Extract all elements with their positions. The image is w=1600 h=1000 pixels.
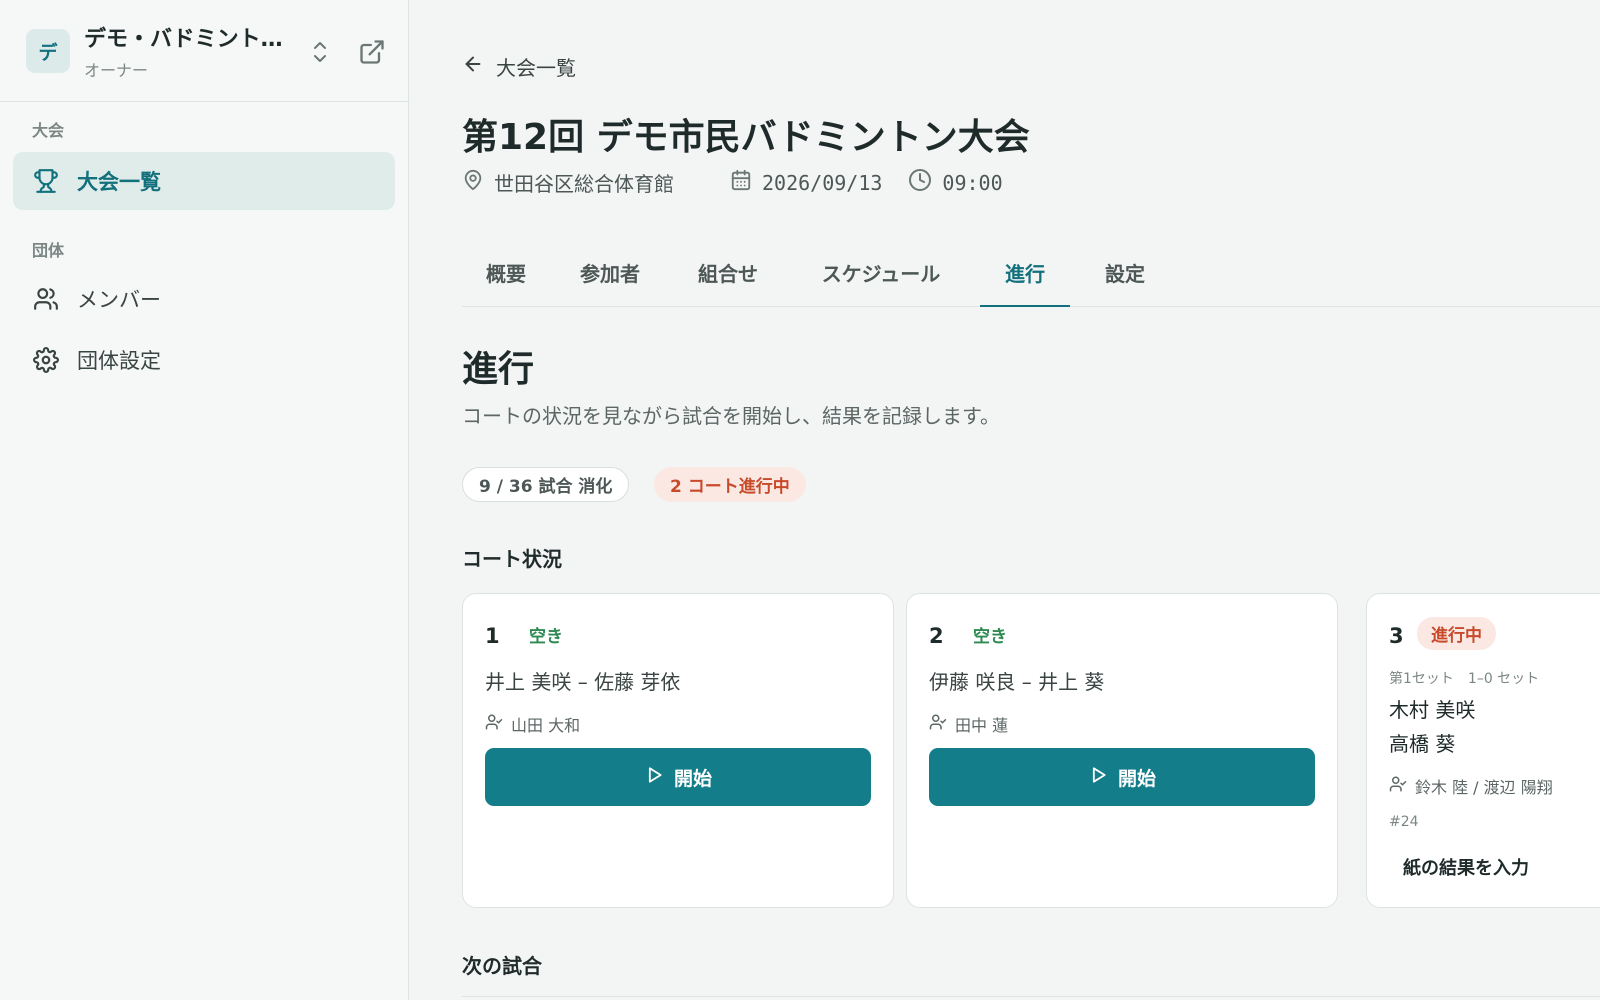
user-check-icon	[485, 713, 503, 735]
main-content: 大会一覧 第12回 デモ市民バドミントン大会 世田谷区総合体育館 2026/09…	[410, 0, 1600, 1000]
next-matches-panel	[462, 996, 1600, 1000]
time-label: 09:00	[942, 170, 1003, 195]
page-title: 第12回 デモ市民バドミントン大会	[462, 117, 1030, 158]
back-link[interactable]: 大会一覧	[462, 52, 576, 81]
status-badge: 進行中	[1417, 617, 1496, 650]
org-name: デモ・バドミントン…	[84, 27, 294, 52]
chevron-up-down-icon[interactable]	[306, 39, 334, 65]
nav-section-org: 団体	[32, 241, 65, 260]
sidebar-item-label: 団体設定	[77, 349, 161, 373]
date: 2026/09/13	[730, 168, 882, 197]
tab-settings[interactable]: 設定	[1082, 250, 1168, 307]
nav-section-tournament: 大会	[32, 121, 65, 140]
next-matches-heading: 次の試合	[462, 954, 542, 978]
venue-label: 世田谷区総合体育館	[494, 172, 674, 196]
tab-draw[interactable]: 組合せ	[678, 250, 778, 307]
user-check-icon	[1389, 775, 1407, 797]
org-role: オーナー	[84, 61, 149, 80]
tab-participants[interactable]: 参加者	[560, 250, 660, 307]
start-match-button[interactable]: 開始	[929, 748, 1315, 806]
matches-count-badge: 9 / 36 試合 消化	[462, 467, 630, 502]
court-card: 3 進行中 第1セット 1–0 セット 木村 美咲 高橋 葵 鈴木 陸 / 渡辺…	[1366, 593, 1600, 908]
external-link-icon[interactable]	[358, 38, 386, 66]
play-icon	[644, 765, 664, 790]
date-label: 2026/09/13	[762, 170, 883, 195]
users-icon	[33, 286, 59, 312]
trophy-icon	[33, 168, 59, 194]
umpire-names: 鈴木 陸 / 渡辺 陽翔	[1415, 778, 1553, 797]
sidebar-item-members[interactable]: メンバー	[13, 270, 395, 328]
tab-overview[interactable]: 概要	[462, 250, 550, 307]
time: 09:00	[908, 168, 1003, 197]
match-number: #24	[1389, 814, 1419, 830]
enter-paper-result-button[interactable]: 紙の結果を入力	[1403, 854, 1529, 880]
court-card: 1 空き 井上 美咲 – 佐藤 芽依 山田 大和 開始	[462, 593, 894, 908]
section-title: 進行	[462, 349, 535, 390]
sidebar-item-tournaments[interactable]: 大会一覧	[13, 152, 395, 210]
umpire-name: 田中 蓮	[955, 716, 1009, 735]
status-badge: 空き	[529, 627, 563, 647]
tournament-meta: 世田谷区総合体育館 2026/09/13 09:00	[462, 168, 1029, 197]
player-two: 高橋 葵	[1389, 732, 1456, 756]
tab-bar: 概要 参加者 組合せ スケジュール 進行 設定	[462, 250, 1600, 307]
umpire: 鈴木 陸 / 渡辺 陽翔	[1389, 774, 1553, 798]
set-score: 第1セット 1–0 セット	[1389, 671, 1540, 687]
start-match-label: 開始	[673, 767, 712, 790]
court-number: 3	[1389, 624, 1404, 648]
sidebar: デ デモ・バドミントン… オーナー 大会 大会一覧 団体 メンバー 団体設定	[0, 0, 409, 1000]
court-card: 2 空き 伊藤 咲良 – 井上 葵 田中 蓮 開始	[906, 593, 1338, 908]
venue: 世田谷区総合体育館	[462, 168, 674, 197]
court-number: 2	[929, 624, 944, 648]
match-players: 井上 美咲 – 佐藤 芽依	[485, 670, 681, 694]
court-status-heading: コート状況	[462, 547, 562, 571]
org-switcher[interactable]: デ デモ・バドミントン… オーナー	[0, 0, 408, 102]
sidebar-item-label: メンバー	[77, 288, 161, 312]
calendar-icon	[730, 168, 752, 197]
umpire: 山田 大和	[485, 712, 580, 736]
clock-icon	[908, 168, 932, 197]
match-players: 伊藤 咲良 – 井上 葵	[929, 670, 1105, 694]
org-avatar: デ	[26, 29, 70, 73]
map-pin-icon	[462, 168, 484, 197]
status-badge: 空き	[973, 627, 1007, 647]
start-match-label: 開始	[1117, 767, 1156, 790]
tab-progress[interactable]: 進行	[980, 250, 1070, 307]
court-number: 1	[485, 624, 500, 648]
gear-icon	[33, 347, 59, 373]
umpire-name: 山田 大和	[511, 716, 581, 735]
start-match-button[interactable]: 開始	[485, 748, 871, 806]
user-check-icon	[929, 713, 947, 735]
play-icon	[1088, 765, 1108, 790]
tab-schedule[interactable]: スケジュール	[796, 250, 966, 307]
umpire: 田中 蓮	[929, 712, 1008, 736]
section-description: コートの状況を見ながら試合を開始し、結果を記録します。	[462, 404, 1000, 428]
sidebar-item-label: 大会一覧	[77, 170, 161, 194]
player-one: 木村 美咲	[1389, 698, 1476, 722]
arrow-left-icon	[462, 53, 484, 80]
active-courts-badge: 2 コート進行中	[654, 467, 806, 502]
sidebar-item-org-settings[interactable]: 団体設定	[13, 331, 395, 389]
back-link-label: 大会一覧	[496, 56, 576, 80]
